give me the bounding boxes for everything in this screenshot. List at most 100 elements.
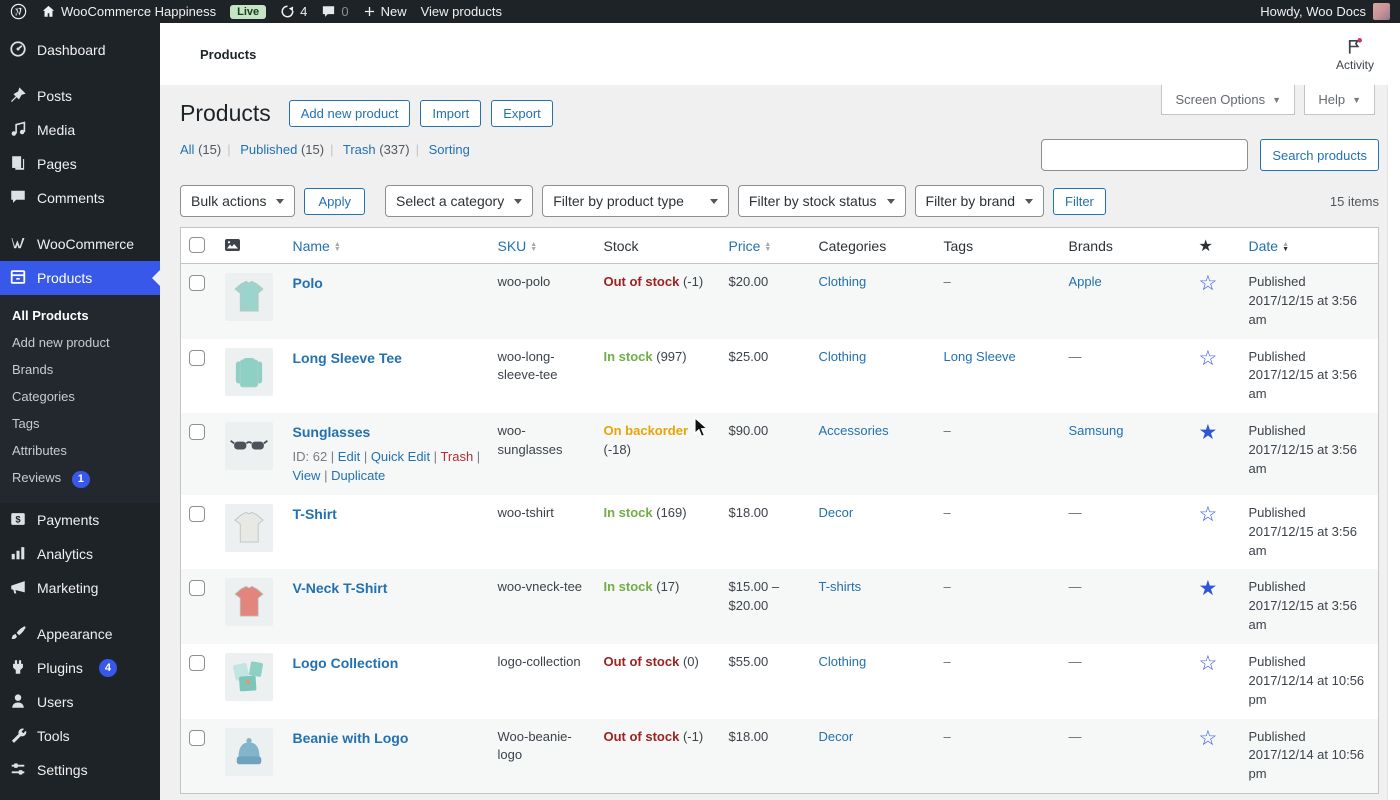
featured-star-outline-icon[interactable]: ☆ [1199, 727, 1218, 750]
product-name-link[interactable]: Sunglasses [293, 424, 371, 440]
import-button[interactable]: Import [420, 99, 482, 127]
row-checkbox[interactable] [189, 275, 205, 291]
submenu-item-categories[interactable]: Categories [0, 383, 160, 410]
date-column-header[interactable]: Date ▲ ▼ [1240, 227, 1379, 264]
updates-menu[interactable]: 4 [280, 4, 307, 19]
export-button[interactable]: Export [491, 99, 553, 127]
featured-star-outline-icon[interactable]: ☆ [1199, 347, 1218, 370]
name-column-header[interactable]: Name ▲ ▼ [284, 227, 490, 264]
submenu-item-all-products[interactable]: All Products [0, 302, 160, 329]
category-link[interactable]: Decor [819, 729, 854, 744]
row-action-trash[interactable]: Trash [440, 449, 473, 464]
submenu-item-attributes[interactable]: Attributes [0, 437, 160, 464]
bulk-actions-select[interactable]: Bulk actions [180, 185, 296, 217]
site-menu[interactable]: WooCommerce Happiness [41, 4, 216, 19]
scrollbar-track[interactable] [1387, 85, 1400, 800]
featured-star-outline-icon[interactable]: ☆ [1199, 503, 1218, 526]
stock-status-filter-select[interactable]: Filter by stock status [737, 185, 906, 217]
featured-star-filled-icon[interactable]: ★ [1199, 577, 1218, 600]
comments-menu[interactable]: 0 [321, 4, 349, 19]
product-name-link[interactable]: Beanie with Logo [293, 730, 409, 746]
brand-link[interactable]: Samsung [1069, 423, 1124, 438]
row-action-quick-edit[interactable]: Quick Edit [371, 449, 430, 464]
filter-button[interactable]: Filter [1053, 187, 1106, 215]
tag-link[interactable]: Long Sleeve [944, 349, 1016, 364]
product-name-link[interactable]: Logo Collection [293, 655, 399, 671]
price-column-header[interactable]: Price ▲ ▼ [720, 227, 811, 264]
sidebar-item-products[interactable]: Products [0, 261, 160, 295]
search-products-input[interactable] [1041, 139, 1249, 171]
product-thumbnail[interactable] [224, 347, 273, 396]
add-new-product-button[interactable]: Add new product [288, 99, 411, 127]
product-name-link[interactable]: V-Neck T-Shirt [293, 580, 388, 596]
product-type-filter-select[interactable]: Filter by product type [542, 185, 729, 217]
row-checkbox[interactable] [189, 729, 205, 746]
help-tab[interactable]: Help ▼ [1304, 85, 1375, 115]
row-checkbox[interactable] [189, 654, 205, 671]
category-filter-select[interactable]: Select a category [385, 185, 534, 217]
sidebar-item-tools[interactable]: Tools [0, 719, 160, 753]
product-name-link[interactable]: T-Shirt [293, 506, 337, 522]
row-checkbox[interactable] [189, 505, 205, 522]
select-all-checkbox[interactable] [189, 237, 205, 253]
featured-star-outline-icon[interactable]: ☆ [1199, 272, 1218, 295]
sidebar-item-pages[interactable]: Pages [0, 147, 160, 181]
activity-button[interactable]: Activity [1336, 37, 1382, 72]
sidebar-item-media[interactable]: Media [0, 113, 160, 147]
sidebar-item-marketing[interactable]: Marketing [0, 571, 160, 605]
product-thumbnail[interactable] [224, 273, 273, 321]
product-thumbnail[interactable] [224, 578, 273, 627]
brand-link[interactable]: Apple [1069, 274, 1102, 289]
sidebar-item-comments[interactable]: Comments [0, 181, 160, 215]
sidebar-item-payments[interactable]: $ Payments [0, 503, 160, 537]
featured-star-filled-icon[interactable]: ★ [1199, 421, 1218, 444]
row-checkbox[interactable] [189, 424, 205, 441]
sku-column-header[interactable]: SKU ▲ ▼ [489, 227, 596, 264]
howdy-account-menu[interactable]: Howdy, Woo Docs [1260, 4, 1366, 19]
sidebar-item-woocommerce[interactable]: WooCommerce [0, 227, 160, 261]
sidebar-item-settings[interactable]: Settings [0, 753, 160, 787]
row-checkbox[interactable] [189, 580, 205, 597]
submenu-item-add-new-product[interactable]: Add new product [0, 329, 160, 356]
product-thumbnail[interactable] [224, 422, 273, 471]
wordpress-logo-icon[interactable] [10, 3, 27, 20]
row-action-edit[interactable]: Edit [338, 449, 360, 464]
product-name-link[interactable]: Polo [293, 275, 323, 291]
view-published-link[interactable]: Published [240, 142, 297, 157]
category-link[interactable]: Clothing [819, 654, 867, 669]
user-avatar[interactable] [1373, 3, 1390, 20]
screen-options-tab[interactable]: Screen Options ▼ [1161, 85, 1295, 115]
product-thumbnail[interactable] [224, 503, 273, 552]
submenu-item-tags[interactable]: Tags [0, 410, 160, 437]
product-name-link[interactable]: Long Sleeve Tee [293, 350, 402, 366]
brand-filter-select[interactable]: Filter by brand [914, 185, 1044, 217]
view-all-link[interactable]: All [180, 142, 194, 157]
product-thumbnail[interactable] [224, 652, 273, 701]
product-date: Published 2017/12/15 at 3:56 am [1248, 504, 1357, 558]
search-products-button[interactable]: Search products [1260, 139, 1379, 171]
row-action-duplicate[interactable]: Duplicate [331, 468, 385, 483]
product-thumbnail[interactable] [224, 727, 273, 776]
view-sorting-link[interactable]: Sorting [429, 142, 470, 157]
sidebar-item-users[interactable]: Users [0, 685, 160, 719]
row-action-view[interactable]: View [293, 468, 321, 483]
view-trash-link[interactable]: Trash [343, 142, 376, 157]
sidebar-item-dashboard[interactable]: Dashboard [0, 33, 160, 67]
submenu-item-reviews[interactable]: Reviews 1 [0, 464, 160, 494]
apply-button[interactable]: Apply [304, 187, 366, 215]
featured-star-outline-icon[interactable]: ☆ [1199, 652, 1218, 675]
category-link[interactable]: Decor [819, 505, 854, 520]
category-link[interactable]: Accessories [819, 423, 889, 438]
sidebar-item-appearance[interactable]: Appearance [0, 617, 160, 651]
category-link[interactable]: T-shirts [819, 579, 862, 594]
row-checkbox[interactable] [189, 349, 205, 366]
view-products-link[interactable]: View products [421, 4, 502, 19]
category-link[interactable]: Clothing [819, 349, 867, 364]
sidebar-item-posts[interactable]: Posts [0, 79, 160, 113]
sidebar-item-plugins[interactable]: Plugins 4 [0, 651, 160, 685]
category-link[interactable]: Clothing [819, 274, 867, 289]
sidebar-item-analytics[interactable]: Analytics [0, 537, 160, 571]
product-price: $55.00 [728, 653, 769, 669]
new-content-menu[interactable]: New [363, 4, 407, 19]
submenu-item-brands[interactable]: Brands [0, 356, 160, 383]
